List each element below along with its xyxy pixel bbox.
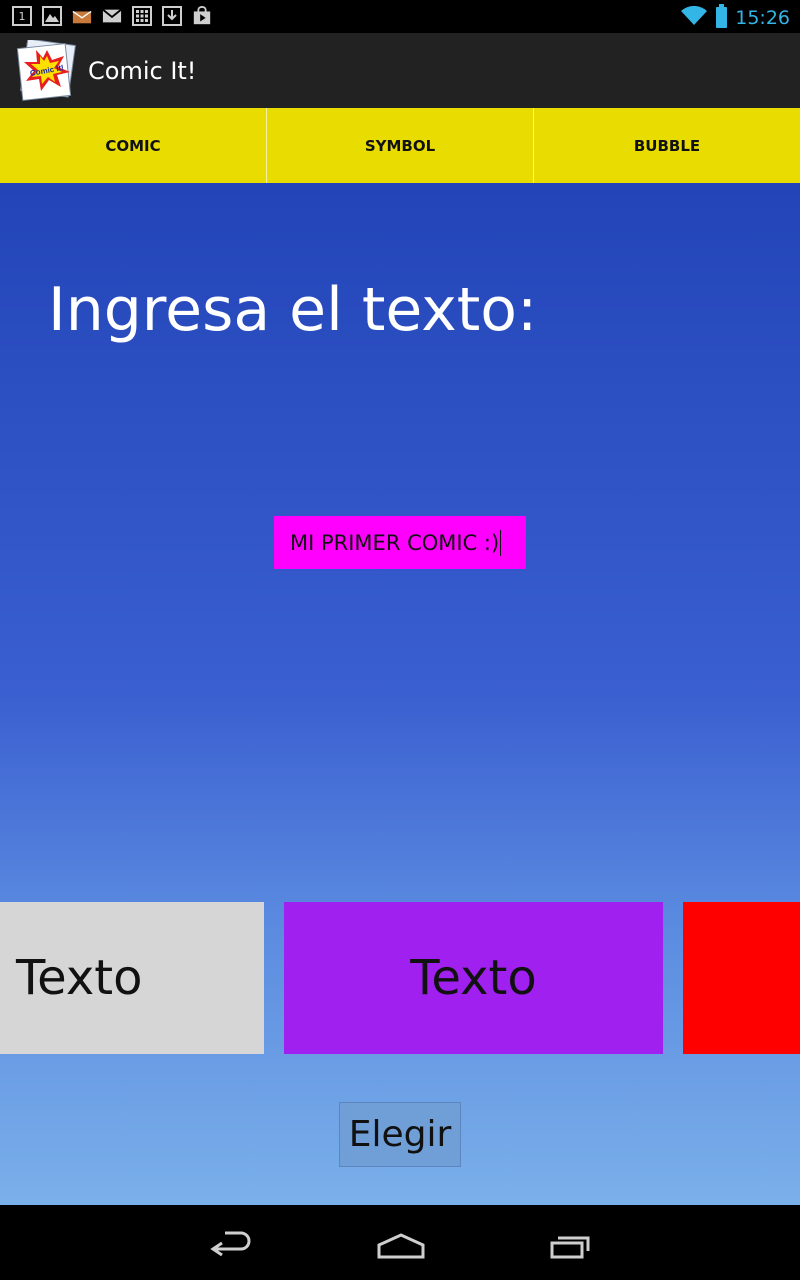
play-store-icon	[192, 6, 212, 26]
tab-bubble[interactable]: BUBBLE	[534, 108, 800, 183]
style-card-red[interactable]	[683, 902, 800, 1054]
image-icon	[42, 6, 62, 26]
style-card-purple[interactable]: Texto	[284, 902, 663, 1054]
grid-app-icon	[132, 6, 152, 26]
app-logo-icon[interactable]: Comic It!	[16, 37, 78, 102]
choose-button[interactable]: Elegir	[339, 1102, 461, 1167]
gmail-icon	[102, 6, 122, 26]
recent-apps-icon[interactable]	[546, 1223, 596, 1268]
comic-text-input[interactable]: MI PRIMER COMIC :)	[274, 516, 526, 569]
notification-icons: 1	[12, 6, 212, 26]
tab-bar: COMIC SYMBOL BUBBLE	[0, 108, 800, 183]
style-card-label: Texto	[16, 950, 143, 1006]
clock: 15:26	[735, 6, 790, 29]
text-caret	[500, 529, 502, 556]
app-title: Comic It!	[88, 56, 197, 85]
download-icon	[162, 6, 182, 26]
style-card-label: Texto	[410, 950, 537, 1006]
calendar-icon: 1	[12, 6, 32, 26]
back-icon[interactable]	[205, 1223, 255, 1268]
prompt-heading: Ingresa el texto:	[48, 275, 538, 345]
status-right: 15:26	[680, 4, 790, 31]
tab-comic[interactable]: COMIC	[0, 108, 267, 183]
comic-text-value: MI PRIMER COMIC :)	[290, 530, 500, 555]
status-bar: 1 15:26	[0, 0, 800, 33]
navigation-bar	[0, 1205, 800, 1280]
home-icon[interactable]	[375, 1223, 427, 1268]
action-bar: Comic It! Comic It!	[0, 33, 800, 108]
main-content: Ingresa el texto: MI PRIMER COMIC :) Tex…	[0, 183, 800, 1205]
style-card-grey[interactable]: Texto	[0, 902, 264, 1054]
wifi-icon	[680, 4, 708, 31]
style-carousel[interactable]: Texto Texto	[0, 902, 800, 1054]
battery-icon	[716, 4, 728, 28]
tab-symbol[interactable]: SYMBOL	[267, 108, 534, 183]
mail-icon	[72, 6, 92, 26]
